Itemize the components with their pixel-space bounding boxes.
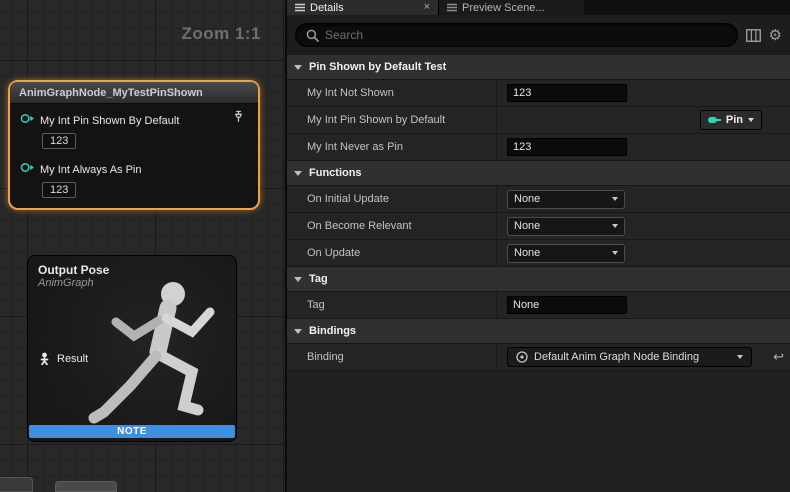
int-pin-icon[interactable] [20,112,35,130]
property-label: On Become Relevant [287,213,497,239]
result-pin-label: Result [57,353,88,365]
chevron-down-icon [294,171,302,176]
property-row: Tag [287,292,790,319]
zoom-level-label: Zoom 1:1 [181,24,261,44]
section-title: Pin Shown by Default Test [309,61,446,73]
on-update-dropdown[interactable]: None [507,244,625,263]
tag-input[interactable] [507,296,627,314]
binding-dropdown[interactable]: Default Anim Graph Node Binding [507,347,752,367]
section-header-functions[interactable]: Functions [287,161,790,186]
section-header-pin-shown[interactable]: Pin Shown by Default Test [287,55,790,80]
section-header-bindings[interactable]: Bindings [287,319,790,344]
property-label: Binding [287,344,497,370]
section-header-tag[interactable]: Tag [287,267,790,292]
tab-preview-scene[interactable]: Preview Scene... [438,0,584,15]
pin-value-box[interactable]: 123 [42,133,76,149]
chevron-down-icon [294,329,302,334]
section-title: Functions [309,167,362,179]
details-tab-icon [295,3,305,12]
mannequin-image [76,268,234,436]
node-title[interactable]: AnimGraphNode_MyTestPinShown [10,82,258,104]
chevron-down-icon [612,224,618,228]
binding-value: Default Anim Graph Node Binding [534,351,699,363]
chevron-down-icon [294,277,302,282]
pin-label: My Int Always As Pin [40,164,141,176]
search-row: ⚙ [287,15,790,55]
chevron-down-icon [294,65,302,70]
tab-label: Details [310,2,344,14]
reset-to-default-icon[interactable]: ↩ [773,349,784,365]
on-become-relevant-dropdown[interactable]: None [507,217,625,236]
section-title: Tag [309,273,328,285]
property-row: On Update None [287,240,790,267]
chevron-down-icon [737,355,743,359]
property-row: On Initial Update None [287,186,790,213]
node-pin-row: My Int Always As Pin 123 [10,149,258,198]
dropdown-value: None [514,193,540,205]
property-row: Binding Default Anim Graph Node Binding … [287,344,790,371]
node-pin-row: My Int Pin Shown By Default 123 [10,104,258,149]
chevron-down-icon [612,251,618,255]
pin-value-box[interactable]: 123 [42,182,76,198]
preview-scene-tab-icon [447,3,457,12]
my-int-not-shown-input[interactable] [507,84,627,102]
search-box[interactable] [295,23,738,47]
pin-visibility-icon[interactable] [232,110,245,129]
note-bar: NOTE [29,425,235,438]
tab-bar: Details × Preview Scene... [287,0,790,15]
partial-node[interactable] [55,481,117,492]
chevron-down-icon [748,118,754,122]
output-pose-node[interactable]: Output Pose AnimGraph Result NOTE [27,255,237,442]
partial-node[interactable] [0,477,33,492]
dropdown-value: None [514,247,540,259]
details-panel: Details × Preview Scene... [285,0,790,492]
property-label: My Int Never as Pin [287,134,497,160]
property-label: Tag [287,292,497,318]
property-label: On Update [287,240,497,266]
tab-label: Preview Scene... [462,2,545,14]
pin-label: My Int Pin Shown By Default [40,115,179,127]
close-icon[interactable]: × [424,2,430,13]
property-label: My Int Not Shown [287,80,497,106]
result-pin[interactable]: Result [38,352,88,365]
pin-dropdown[interactable]: Pin [700,110,762,130]
pose-pin-icon [38,352,51,365]
search-icon [306,29,319,42]
output-node-subtitle: AnimGraph [28,277,236,289]
property-label: My Int Pin Shown by Default [287,107,497,133]
property-row: My Int Not Shown [287,80,790,107]
graph-canvas[interactable]: Zoom 1:1 AnimGraphNode_MyTestPinShown My… [0,0,285,492]
details-empty-area [287,371,790,492]
dropdown-value: None [514,220,540,232]
property-label: On Initial Update [287,186,497,212]
column-view-icon[interactable] [746,29,761,42]
search-input[interactable] [325,28,727,42]
pin-dropdown-label: Pin [726,114,743,126]
section-title: Bindings [309,325,356,337]
pin-icon [708,116,721,124]
property-row: On Become Relevant None [287,213,790,240]
property-row: My Int Never as Pin [287,134,790,161]
chevron-down-icon [612,197,618,201]
binding-icon [516,351,528,363]
anim-graph-node[interactable]: AnimGraphNode_MyTestPinShown My Int Pin … [8,80,260,210]
gear-icon[interactable]: ⚙ [769,28,782,43]
output-node-title: Output Pose [28,256,236,277]
tab-details[interactable]: Details × [287,0,438,15]
my-int-never-as-pin-input[interactable] [507,138,627,156]
int-pin-icon[interactable] [20,161,35,179]
on-initial-update-dropdown[interactable]: None [507,190,625,209]
property-row: My Int Pin Shown by Default Pin [287,107,790,134]
